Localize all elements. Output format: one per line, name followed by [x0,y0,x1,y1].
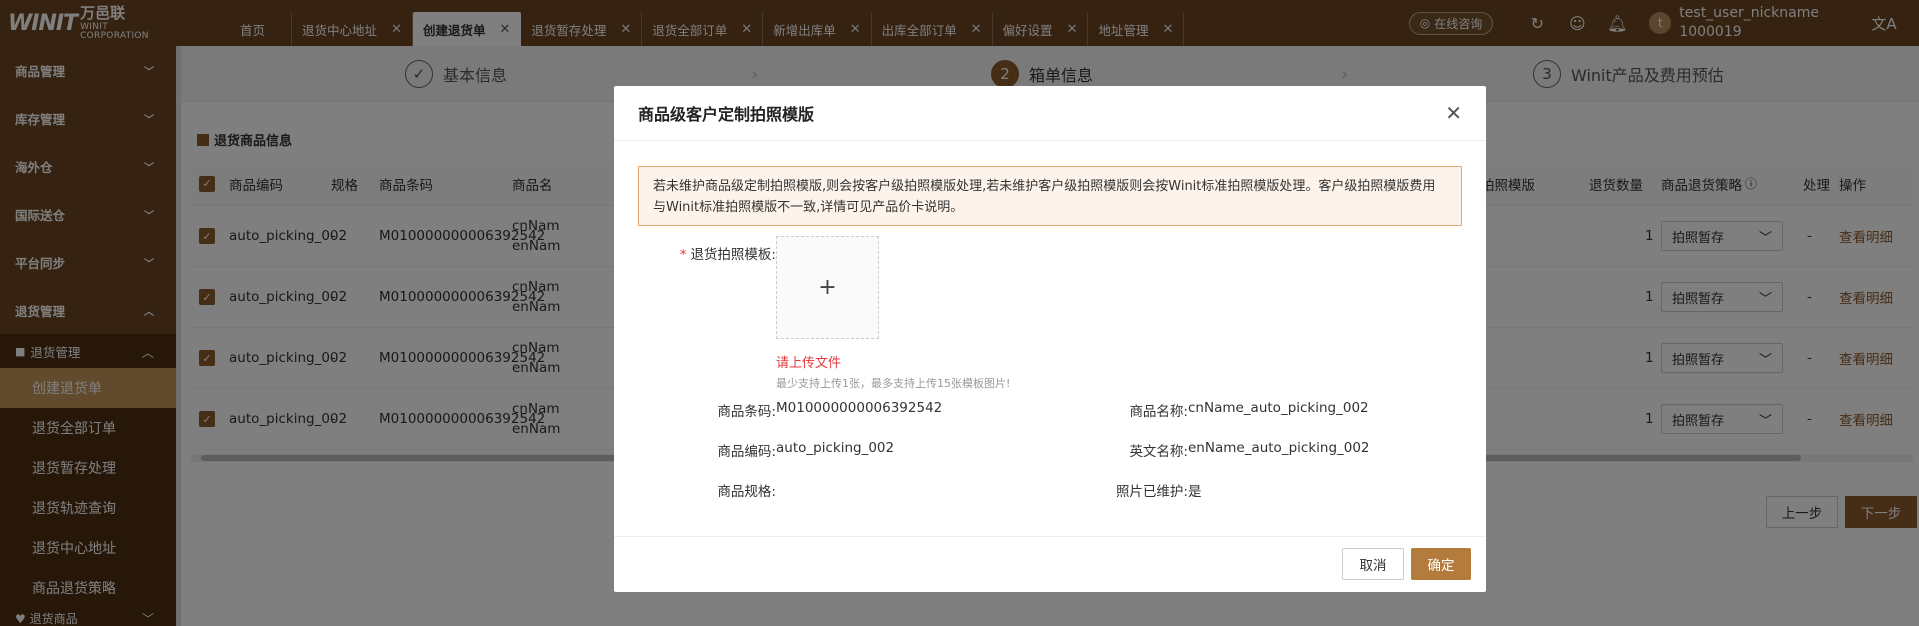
upload-button[interactable]: + [776,236,879,339]
field-value: auto_picking_002 [776,440,895,456]
required-mark: * [679,247,687,263]
field-english-name: 英文名称: enName_auto_picking_002 [1108,440,1370,460]
field-value: cnName_auto_picking_002 [1188,400,1369,416]
field-label: 英文名称: [1129,444,1188,460]
field-label: 商品条码: [717,404,776,420]
upload-label: * 退货拍照模板: [654,243,776,263]
confirm-button[interactable]: 确定 [1411,548,1471,580]
photo-template-modal: 商品级客户定制拍照模版 ✕ 若未维护商品级定制拍照模版,则会按客户级拍照模版处理… [614,86,1486,592]
field-label: 照片已维护: [1115,484,1188,500]
field-label: 商品编码: [717,444,776,460]
field-product-code: 商品编码: auto_picking_002 [696,440,894,460]
upload-error: 请上传文件 [776,356,842,371]
cancel-button[interactable]: 取消 [1342,548,1404,580]
modal-header: 商品级客户定制拍照模版 ✕ [614,86,1486,141]
field-barcode: 商品条码: M010000000006392542 [696,400,942,420]
field-value: 是 [1188,484,1202,500]
field-photo-maintained: 照片已维护: 是 [1108,480,1202,500]
field-product-spec: 商品规格: [696,480,776,500]
field-label: 商品规格: [717,484,776,500]
plus-icon: + [818,275,837,300]
field-product-name: 商品名称: cnName_auto_picking_002 [1108,400,1369,420]
modal-footer: 取消 确定 [614,536,1486,592]
field-label: 商品名称: [1129,404,1188,420]
field-value: enName_auto_picking_002 [1188,440,1370,456]
modal-title: 商品级客户定制拍照模版 [638,105,815,124]
upload-label-text: 退货拍照模板: [690,247,776,263]
upload-hint: 最少支持上传1张，最多支持上传15张模板图片! [776,377,1011,390]
field-value: M010000000006392542 [776,400,943,416]
close-icon[interactable]: ✕ [1445,101,1462,125]
notice-banner: 若未维护商品级定制拍照模版,则会按客户级拍照模版处理,若未维护客户级拍照模版则会… [638,166,1462,226]
